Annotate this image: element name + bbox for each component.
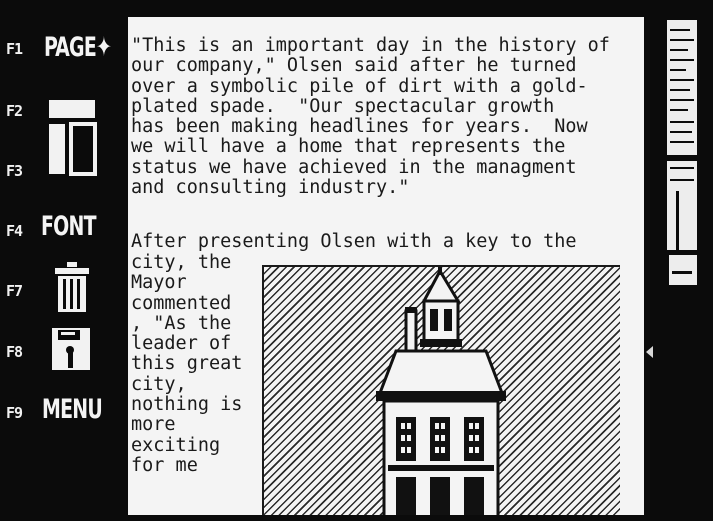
- building-icon: [376, 267, 506, 515]
- body-paragraph[interactable]: "This is an important day in the history…: [131, 35, 643, 198]
- building-illustration[interactable]: [262, 265, 620, 515]
- wrapped-text-column[interactable]: city, the Mayor commented , "As the lead…: [131, 252, 261, 476]
- f1-key-label: F1: [6, 40, 23, 58]
- gauge-mark: [670, 79, 694, 81]
- gauge-mark: [670, 49, 688, 51]
- f8-key-label: F8: [6, 343, 23, 361]
- f2-key-label: F2: [6, 102, 23, 120]
- gauge-tail: [669, 255, 697, 285]
- gauge-mark: [670, 141, 694, 143]
- gauge-position-marker: [667, 155, 697, 161]
- f9-key-label: F9: [6, 404, 23, 422]
- floppy-disk-icon[interactable]: [50, 326, 92, 372]
- gauge-mark: [670, 69, 686, 71]
- gauge-mark: [670, 29, 690, 31]
- gauge-mark: [670, 59, 694, 61]
- page-layout-icon[interactable]: [47, 98, 99, 178]
- f3-key-label: F3: [6, 162, 23, 180]
- gauge-column: [667, 20, 697, 250]
- trash-can-icon[interactable]: [50, 260, 94, 314]
- gauge-mark: [670, 109, 688, 111]
- document-page[interactable]: "This is an important day in the history…: [128, 17, 644, 515]
- gauge-line: [676, 191, 679, 251]
- f4-key-label: F4: [6, 222, 23, 240]
- gauge-mark: [670, 167, 694, 169]
- page-pointer-icon: [646, 346, 653, 358]
- gauge-mark: [670, 121, 694, 123]
- menu-button[interactable]: MENU: [42, 394, 103, 425]
- gauge-mark: [670, 99, 694, 101]
- body-paragraph-line[interactable]: After presenting Olsen with a key to the: [131, 231, 643, 252]
- gauge-mark: [672, 271, 692, 274]
- gauge-mark: [670, 131, 692, 133]
- gauge-mark: [670, 39, 694, 41]
- scroll-position-gauge-icon[interactable]: [664, 17, 702, 291]
- gauge-mark: [670, 89, 690, 91]
- page-button[interactable]: PAGE✦: [44, 32, 112, 63]
- f7-key-label: F7: [6, 282, 23, 300]
- gauge-mark: [670, 179, 694, 181]
- font-button[interactable]: FONT: [41, 211, 97, 242]
